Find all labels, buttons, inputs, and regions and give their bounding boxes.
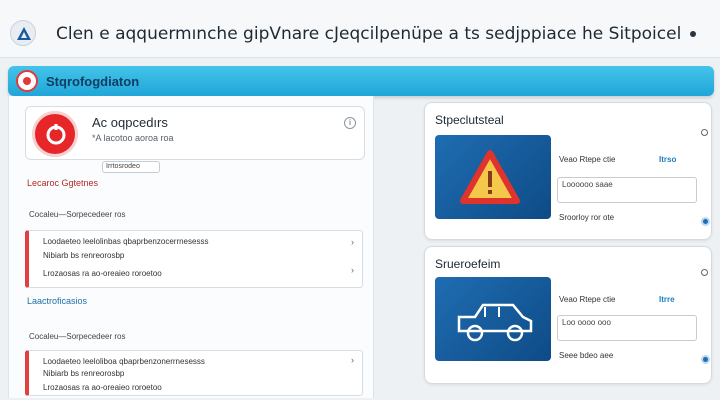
- card-info: Veao Rtepe ctie: [559, 155, 616, 164]
- menu-dot-icon[interactable]: [690, 31, 696, 37]
- list-item-line-1: Loodaeteo leeloliboa qbaprbenzonerrneses…: [43, 357, 205, 366]
- status-badge: Itrre: [659, 295, 675, 304]
- profile-field[interactable]: Irrtosrodeo: [102, 161, 160, 173]
- sub-label-2: Cocaleu—Sorpecedeer ros: [29, 332, 126, 341]
- section-label: Stqrofogdiaton: [46, 74, 140, 89]
- list-item[interactable]: Loodaeteo leelolinbas qbaprbenzocerrnese…: [25, 230, 363, 288]
- chevron-right-icon[interactable]: ›: [351, 237, 354, 247]
- vehicle-image: [435, 277, 551, 361]
- section-heading-2: Laactroficasios: [27, 296, 88, 306]
- list-item-line-2: Nibiarb bs renreorosbp: [43, 369, 125, 378]
- card-input-value: Loo oooo ooo: [562, 318, 611, 327]
- card-info-secondary: Seee bdeo aee: [559, 351, 614, 360]
- warning-triangle-icon: [460, 150, 520, 204]
- section-heading-1: Lecaroc Ggtetnes: [27, 178, 99, 188]
- hazard-card[interactable]: Stpeclutsteal Veao Rtepe ctie Itrso Looo…: [424, 102, 712, 240]
- car-icon: [457, 303, 533, 342]
- card-info-secondary: Sroorloy ror ote: [559, 213, 615, 222]
- card-input[interactable]: Loooooo saae: [557, 177, 697, 203]
- right-panel: Stpeclutsteal Veao Rtepe ctie Itrso Looo…: [412, 96, 714, 398]
- radio-button[interactable]: [701, 217, 710, 226]
- chevron-right-icon[interactable]: ›: [351, 265, 354, 275]
- card-info: Veao Rtepe ctie: [559, 295, 616, 304]
- card-title: Stpeclutsteal: [435, 113, 504, 127]
- option-icon[interactable]: [701, 129, 708, 136]
- card-title: Srueroefeim: [435, 257, 501, 271]
- avatar: [32, 111, 78, 157]
- info-icon[interactable]: i: [344, 117, 356, 129]
- profile-card[interactable]: Ac oqpcedırs *A lacotoo aoroa roa i Irrt…: [25, 106, 365, 173]
- card-input-value: Loooooo saae: [562, 180, 613, 189]
- top-bar: Clen e aqquermınche gipVnare cJeqcilpenü…: [0, 0, 720, 58]
- list-item-line-1: Loodaeteo leelolinbas qbaprbenzocerrnese…: [43, 237, 209, 246]
- sub-label-1: Cocaleu—Sorpecedeer ros: [29, 210, 126, 219]
- list-item-line-3: Lrozaosas ra ao-oreaieo roroetoo: [43, 383, 162, 392]
- profile-name: Ac oqpcedırs: [92, 115, 168, 130]
- radio-button[interactable]: [701, 355, 710, 364]
- page-title: Clen e aqquermınche gipVnare cJeqcilpenü…: [56, 24, 682, 44]
- left-panel: Ac oqpcedırs *A lacotoo aoroa roa i Irrt…: [8, 96, 374, 398]
- alert-circle-icon: [46, 124, 66, 145]
- warning-image: [435, 135, 551, 219]
- chevron-right-icon[interactable]: ›: [351, 355, 354, 365]
- list-item-line-3: Lrozaosas ra ao-oreaieo roroetoo: [43, 269, 162, 278]
- alert-circle-icon: [16, 70, 38, 92]
- option-icon[interactable]: [701, 269, 708, 276]
- app-logo-icon[interactable]: [10, 20, 36, 46]
- list-item-line-2: Nibiarb bs renreorosbp: [43, 251, 125, 260]
- vehicle-card[interactable]: Srueroefeim Veao Rtepe ctie Itrre Loo oo…: [424, 246, 712, 384]
- list-item[interactable]: Loodaeteo leeloliboa qbaprbenzonerrneses…: [25, 350, 363, 396]
- status-badge: Itrso: [659, 155, 677, 164]
- section-header-bar[interactable]: Stqrofogdiaton: [8, 66, 714, 96]
- card-input[interactable]: Loo oooo ooo: [557, 315, 697, 341]
- profile-subtitle: *A lacotoo aoroa roa: [92, 133, 174, 143]
